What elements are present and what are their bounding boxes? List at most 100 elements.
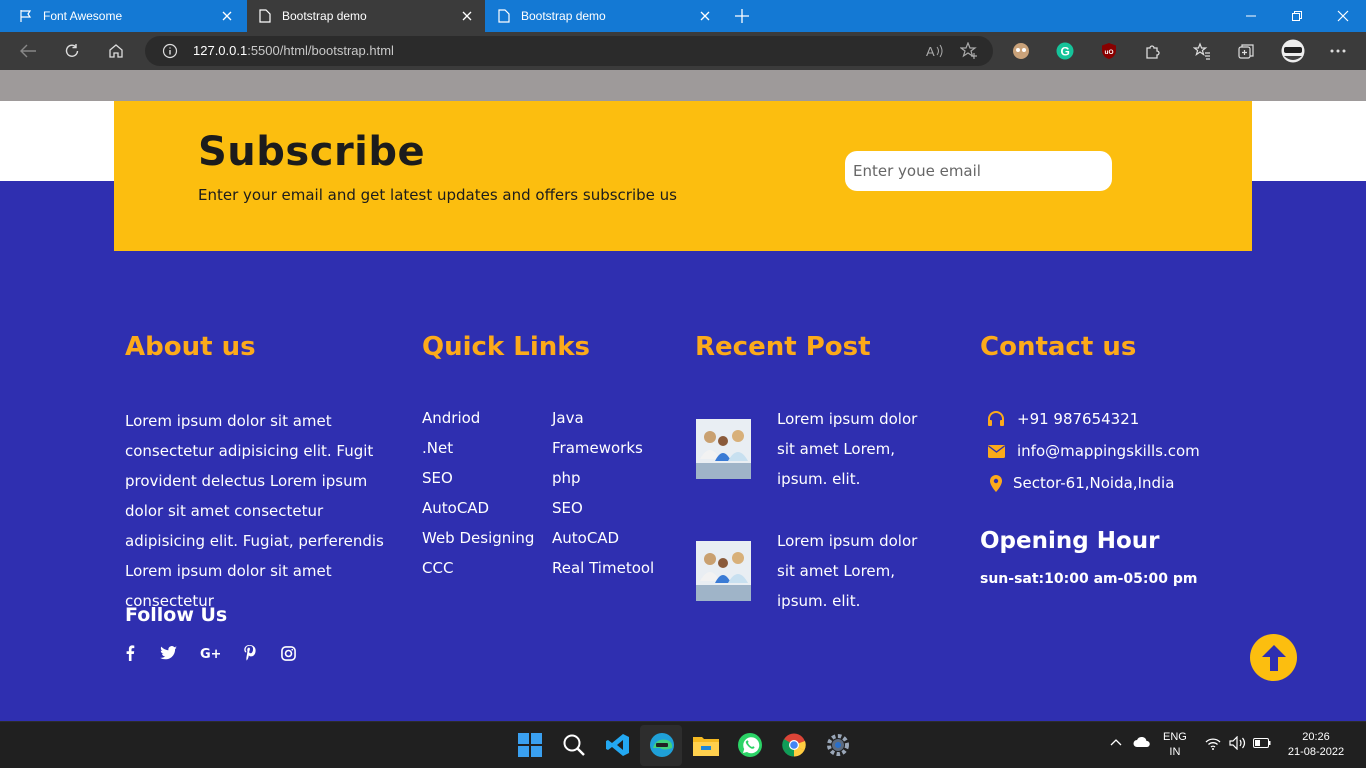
- region-code: IN: [1169, 746, 1181, 758]
- contact-email: info@mappingskills.com: [985, 442, 1200, 460]
- close-tab-icon[interactable]: [459, 8, 475, 24]
- tray-overflow-chevron-icon[interactable]: [1110, 737, 1122, 749]
- windows-start-icon[interactable]: [515, 730, 545, 760]
- quick-link[interactable]: Frameworks: [552, 439, 643, 457]
- svg-text:G: G: [1061, 45, 1070, 59]
- volume-icon[interactable]: [1229, 735, 1246, 753]
- page-icon: [258, 9, 272, 23]
- opening-hour-heading: Opening Hour: [980, 528, 1160, 554]
- recent-post-thumbnail[interactable]: [696, 541, 751, 601]
- quick-link[interactable]: AutoCAD: [552, 529, 619, 547]
- flag-icon: [19, 9, 33, 23]
- quick-link[interactable]: Java: [552, 409, 584, 427]
- read-aloud-icon[interactable]: A: [926, 43, 944, 63]
- search-icon[interactable]: [559, 730, 589, 760]
- arrow-up-icon: [1261, 644, 1286, 671]
- tab-font-awesome[interactable]: Font Awesome: [0, 0, 245, 32]
- contact-us-heading: Contact us: [980, 332, 1137, 362]
- quick-link[interactable]: SEO: [552, 499, 583, 517]
- browser-tab-bar: Font Awesome Bootstrap demo Bootstrap de…: [0, 0, 1366, 32]
- svg-text:G+: G+: [200, 647, 220, 660]
- onedrive-cloud-icon[interactable]: [1133, 736, 1151, 751]
- back-arrow-icon[interactable]: [19, 42, 37, 60]
- svg-text:uO: uO: [1105, 49, 1114, 56]
- edge-browser-icon[interactable]: [647, 730, 677, 760]
- quick-link[interactable]: AutoCAD: [422, 499, 489, 517]
- pinterest-icon[interactable]: [240, 643, 260, 663]
- tab-bootstrap-demo[interactable]: Bootstrap demo: [487, 0, 723, 32]
- tab-title: Bootstrap demo: [521, 9, 606, 23]
- google-plus-icon[interactable]: G+: [199, 643, 221, 663]
- favorites-icon[interactable]: [1192, 41, 1212, 61]
- vscode-icon[interactable]: [603, 730, 633, 760]
- file-explorer-icon[interactable]: [691, 730, 721, 760]
- email-address[interactable]: info@mappingskills.com: [1017, 442, 1200, 460]
- info-icon[interactable]: [162, 43, 178, 63]
- quick-link[interactable]: Andriod: [422, 409, 480, 427]
- recent-post-text[interactable]: Lorem ipsum dolor sit amet Lorem, ipsum.…: [777, 404, 937, 494]
- envelope-icon: [985, 444, 1007, 458]
- language-code: ENG: [1163, 731, 1187, 743]
- settings-gear-icon[interactable]: [823, 730, 853, 760]
- contact-address: Sector-61,Noida,India: [985, 474, 1174, 492]
- refresh-icon[interactable]: [63, 42, 81, 60]
- recent-post-thumbnail[interactable]: [696, 419, 751, 479]
- whatsapp-icon[interactable]: [735, 730, 765, 760]
- close-window-icon[interactable]: [1335, 8, 1351, 24]
- chrome-icon[interactable]: [779, 730, 809, 760]
- clock-date: 21-08-2022: [1287, 746, 1345, 758]
- quick-links-heading: Quick Links: [422, 332, 591, 362]
- close-tab-icon[interactable]: [697, 8, 713, 24]
- facebook-icon[interactable]: [120, 643, 140, 663]
- restore-icon[interactable]: [1289, 8, 1305, 24]
- header-strip: [0, 70, 1366, 101]
- headphones-icon: [985, 411, 1007, 427]
- email-input[interactable]: [845, 151, 1112, 191]
- minimize-icon[interactable]: [1243, 8, 1259, 24]
- windows-taskbar: ENG IN 20:26 21-08-2022: [0, 721, 1366, 768]
- opening-hour-time: sun-sat:10:00 am-05:00 pm: [980, 571, 1198, 587]
- follow-us-heading: Follow Us: [125, 604, 228, 626]
- address-bar[interactable]: 127.0.0.1:5500/html/bootstrap.html A: [145, 36, 993, 66]
- grammarly-icon[interactable]: G: [1055, 41, 1075, 61]
- collections-icon[interactable]: [1236, 41, 1256, 61]
- quick-link[interactable]: Real Timetool: [552, 559, 654, 577]
- about-us-text: Lorem ipsum dolor sit amet consectetur a…: [125, 412, 384, 610]
- instagram-icon[interactable]: [278, 643, 298, 663]
- subscribe-title: Subscribe: [198, 129, 426, 175]
- browser-toolbar: 127.0.0.1:5500/html/bootstrap.html A G u…: [0, 32, 1366, 70]
- recent-post-heading: Recent Post: [695, 332, 871, 362]
- contact-phone: +91 987654321: [985, 410, 1139, 428]
- twitter-icon[interactable]: [158, 643, 178, 663]
- wifi-icon[interactable]: [1205, 737, 1221, 753]
- quick-link[interactable]: .Net: [422, 439, 453, 457]
- address-text: Sector-61,Noida,India: [1013, 474, 1175, 492]
- recent-post-text[interactable]: Lorem ipsum dolor sit amet Lorem, ipsum.…: [777, 526, 937, 616]
- battery-icon[interactable]: [1253, 738, 1271, 751]
- phone-number[interactable]: +91 987654321: [1017, 410, 1139, 428]
- tab-bootstrap-demo-active[interactable]: Bootstrap demo: [247, 0, 485, 32]
- quick-link[interactable]: SEO: [422, 469, 453, 487]
- map-marker-icon: [985, 474, 1007, 492]
- subscribe-description: Enter your email and get latest updates …: [198, 186, 677, 204]
- extension-avatar-icon[interactable]: [1011, 41, 1031, 61]
- home-icon[interactable]: [107, 42, 125, 60]
- ublock-origin-icon[interactable]: uO: [1099, 41, 1119, 61]
- svg-text:A: A: [926, 44, 935, 59]
- quick-link[interactable]: php: [552, 469, 581, 487]
- tab-title: Font Awesome: [43, 9, 123, 23]
- close-tab-icon[interactable]: [219, 8, 235, 24]
- url-text: 127.0.0.1:5500/html/bootstrap.html: [193, 43, 394, 58]
- language-indicator[interactable]: ENG IN: [1163, 730, 1187, 760]
- more-menu-icon[interactable]: [1328, 41, 1348, 61]
- tab-title: Bootstrap demo: [282, 9, 367, 23]
- new-tab-plus-icon[interactable]: [733, 7, 751, 25]
- extensions-puzzle-icon[interactable]: [1143, 41, 1163, 61]
- scroll-to-top-button[interactable]: [1250, 634, 1297, 681]
- quick-link[interactable]: Web Designing: [422, 529, 534, 547]
- quick-link[interactable]: CCC: [422, 559, 453, 577]
- system-clock[interactable]: 20:26 21-08-2022: [1283, 730, 1349, 760]
- favorite-add-icon[interactable]: [959, 41, 978, 64]
- clock-time: 20:26: [1302, 731, 1330, 743]
- profile-avatar-icon[interactable]: [1281, 39, 1305, 63]
